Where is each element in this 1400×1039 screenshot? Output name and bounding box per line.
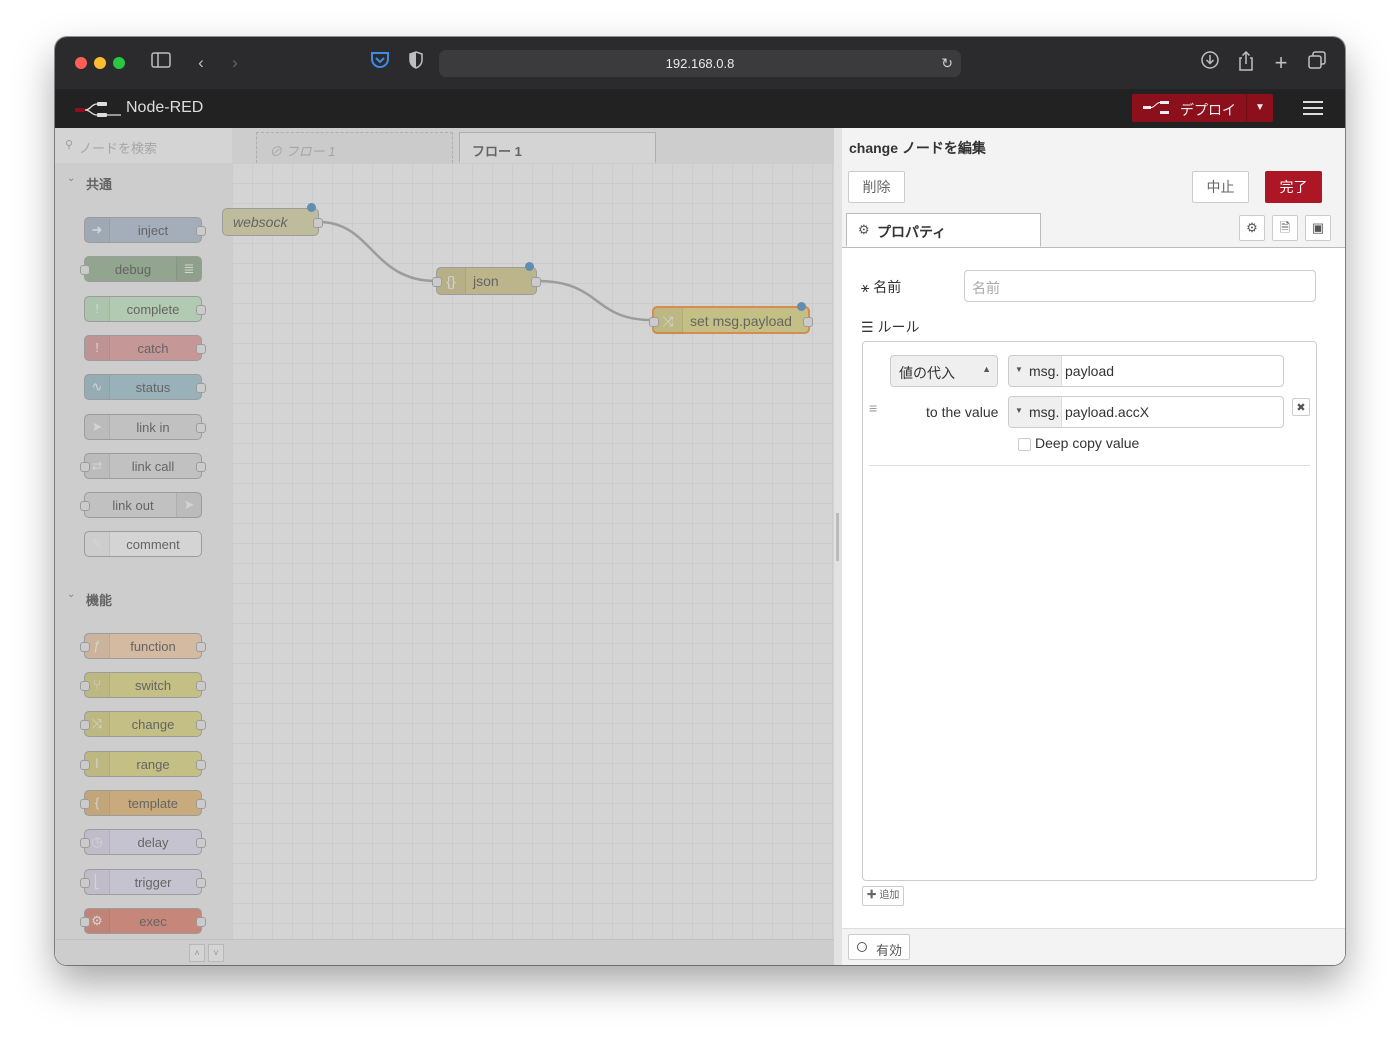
zoom-window-button[interactable] bbox=[113, 57, 125, 69]
remove-rule-button[interactable]: ✖ bbox=[1292, 398, 1310, 416]
tab-properties[interactable]: ⚙ プロパティ bbox=[846, 213, 1041, 247]
browser-toolbar: ‹ › 192.168.0.8 ↻ + bbox=[55, 37, 1345, 90]
rule-source-input[interactable]: ▼ msg. payload.accX bbox=[1008, 396, 1284, 428]
download-icon[interactable] bbox=[1198, 51, 1222, 75]
select-updown-icon: ▲ bbox=[982, 364, 991, 374]
target-type: msg. bbox=[1029, 363, 1060, 379]
address-bar[interactable]: 192.168.0.8 ↻ bbox=[439, 50, 961, 77]
shield-icon[interactable] bbox=[405, 51, 427, 75]
rules-label: ルール bbox=[877, 319, 920, 335]
deploy-icon bbox=[1143, 101, 1169, 114]
reload-icon[interactable]: ↻ bbox=[941, 50, 953, 77]
sidebar-toggle-icon[interactable] bbox=[149, 51, 173, 75]
enabled-label: 有効 bbox=[876, 943, 903, 958]
add-rule-button[interactable]: ✚ 追加 bbox=[862, 886, 904, 906]
description-icon[interactable]: 🗎 bbox=[1272, 215, 1298, 241]
caret-down-icon: ▼ bbox=[1015, 365, 1023, 374]
node-settings-icon[interactable]: ⚙ bbox=[1239, 215, 1265, 241]
to-value-label: to the value bbox=[926, 404, 999, 420]
new-tab-icon[interactable]: + bbox=[1269, 51, 1293, 75]
nodered-logo-icon bbox=[75, 102, 121, 117]
deep-copy-label: Deep copy value bbox=[1035, 435, 1140, 451]
list-icon: ☰ bbox=[861, 319, 874, 335]
deploy-menu-caret-icon[interactable]: ▼ bbox=[1246, 94, 1273, 122]
caret-down-icon: ▼ bbox=[1015, 406, 1023, 415]
deep-copy-checkbox[interactable] bbox=[1018, 438, 1031, 451]
workspace: ⚲ ノードを検索 ⌄ 共通 ➜ inject debug ≣! complete! catch… bbox=[55, 128, 834, 965]
cancel-button[interactable]: 中止 bbox=[1192, 171, 1249, 203]
minimize-window-button[interactable] bbox=[94, 57, 106, 69]
deploy-label: デプロイ bbox=[1180, 102, 1236, 118]
rules-list: ≡ 値の代入 ▲ ▼ msg. payload to the value ▼ m… bbox=[862, 341, 1317, 881]
share-icon[interactable] bbox=[1234, 50, 1258, 75]
name-label-row: ⚹ 名前 bbox=[861, 277, 901, 297]
rule-action-select[interactable]: 値の代入 ▲ bbox=[890, 355, 998, 387]
tray-header: change ノードを編集 bbox=[842, 128, 1345, 164]
source-value: payload.accX bbox=[1065, 404, 1150, 420]
rule-action-value: 値の代入 bbox=[899, 365, 955, 381]
close-window-button[interactable] bbox=[75, 57, 87, 69]
back-icon[interactable]: ‹ bbox=[191, 51, 211, 75]
target-value: payload bbox=[1065, 363, 1115, 379]
browser-window: ‹ › 192.168.0.8 ↻ + Node-RED デプロイ ▼ ⚲ ノー… bbox=[55, 37, 1345, 965]
source-type-selector[interactable]: ▼ msg. bbox=[1009, 397, 1062, 427]
tray-footer: 有効 bbox=[842, 928, 1345, 965]
tray-title: change ノードを編集 bbox=[849, 140, 986, 156]
gear-icon: ⚙ bbox=[858, 222, 870, 237]
tag-icon: ⚹ bbox=[861, 279, 870, 295]
nodered-header: Node-RED デプロイ ▼ bbox=[55, 89, 1345, 128]
pocket-icon[interactable] bbox=[369, 51, 391, 75]
rules-label-row: ☰ ルール bbox=[861, 317, 919, 337]
forward-icon[interactable]: › bbox=[225, 51, 245, 75]
tray-resize-handle[interactable] bbox=[836, 513, 839, 561]
editor-tray: change ノードを編集 削除 中止 完了 ⚙ プロパティ ⚙ 🗎 ▣ ⚹ 名… bbox=[834, 128, 1345, 965]
tab-overview-icon[interactable] bbox=[1305, 51, 1329, 75]
source-type: msg. bbox=[1029, 404, 1060, 420]
url-text: 192.168.0.8 bbox=[665, 56, 735, 71]
name-placeholder: 名前 bbox=[972, 280, 1000, 296]
deploy-button[interactable]: デプロイ ▼ bbox=[1132, 94, 1273, 122]
target-type-selector[interactable]: ▼ msg. bbox=[1009, 356, 1062, 386]
app-title: Node-RED bbox=[126, 99, 204, 116]
modal-overlay bbox=[55, 128, 834, 965]
done-button[interactable]: 完了 bbox=[1265, 171, 1322, 203]
name-label: 名前 bbox=[873, 279, 902, 295]
appearance-icon[interactable]: ▣ bbox=[1305, 215, 1331, 241]
rule-target-input[interactable]: ▼ msg. payload bbox=[1008, 355, 1284, 387]
tray-toolbar: 削除 中止 完了 bbox=[842, 163, 1345, 212]
delete-button[interactable]: 削除 bbox=[848, 171, 905, 203]
tray-tabs: ⚙ プロパティ ⚙ 🗎 ▣ bbox=[842, 211, 1345, 248]
drag-handle-icon[interactable]: ≡ bbox=[869, 400, 877, 416]
tab-label: プロパティ bbox=[877, 224, 947, 240]
rule-divider bbox=[869, 465, 1310, 466]
main-menu-button[interactable] bbox=[1303, 98, 1323, 118]
enabled-toggle[interactable]: 有効 bbox=[848, 934, 910, 960]
circle-icon bbox=[857, 942, 867, 952]
name-input[interactable]: 名前 bbox=[964, 270, 1316, 302]
